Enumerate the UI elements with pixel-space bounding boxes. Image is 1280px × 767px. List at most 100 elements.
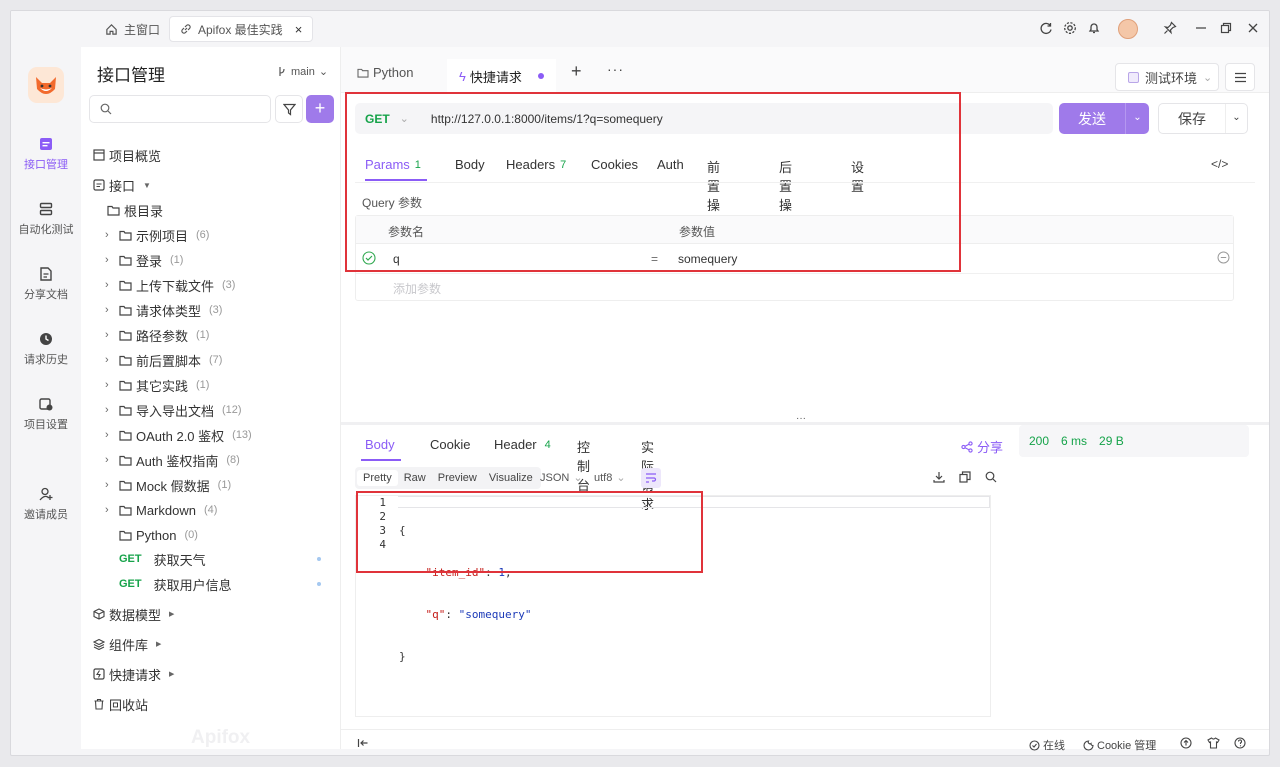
auto-test-icon xyxy=(38,201,54,217)
folder-item[interactable]: › 其它实践 (1) xyxy=(81,373,341,397)
chevron-right-icon[interactable]: › xyxy=(105,504,115,516)
view-mode-preview[interactable]: Preview xyxy=(432,470,483,486)
response-tab-header-label: Header xyxy=(494,437,537,452)
folder-item[interactable]: › Mock 假数据 (1) xyxy=(81,473,341,497)
shirt-icon[interactable] xyxy=(1207,737,1220,749)
environment-select[interactable]: 测试环境 ⌄ xyxy=(1115,63,1219,91)
bell-icon[interactable] xyxy=(1087,21,1103,37)
save-options-button[interactable]: ⌄ xyxy=(1225,104,1247,133)
download-icon[interactable] xyxy=(933,471,945,483)
endpoint-item[interactable]: GET 获取用户信息 xyxy=(81,572,341,596)
remove-param-icon[interactable] xyxy=(1217,251,1230,264)
save-button-group: 保存 ⌄ xyxy=(1158,103,1248,134)
refresh-icon[interactable] xyxy=(1039,21,1055,37)
rail-share-docs[interactable]: 分享文档 xyxy=(11,266,81,302)
rail-project-settings[interactable]: 项目设置 xyxy=(11,396,81,432)
encoding-select[interactable]: utf8 ⌄ xyxy=(594,471,626,485)
rail-api-management[interactable]: 接口管理 xyxy=(11,136,81,172)
rail-auto-test[interactable]: 自动化测试 xyxy=(11,201,81,237)
chevron-right-icon[interactable]: › xyxy=(105,279,115,291)
chevron-right-icon[interactable]: › xyxy=(105,379,115,391)
folder-item[interactable]: › Auth 鉴权指南 (8) xyxy=(81,448,341,472)
window-tab-home[interactable]: 主窗口 xyxy=(95,16,170,42)
chevron-right-icon[interactable]: › xyxy=(105,479,115,491)
quick-request-node[interactable]: 快捷请求 ▶ xyxy=(81,662,341,686)
folder-item[interactable]: › 上传下载文件 (3) xyxy=(81,273,341,297)
chevron-right-icon[interactable]: › xyxy=(105,329,115,341)
endpoint-item[interactable]: GET 获取天气 xyxy=(81,547,341,571)
view-mode-raw[interactable]: Raw xyxy=(398,470,432,486)
avatar[interactable] xyxy=(1118,19,1138,39)
copy-icon[interactable] xyxy=(959,471,971,483)
interfaces-node[interactable]: 接口 ▼ xyxy=(81,173,341,197)
folder-item[interactable]: › 前后置脚本 (7) xyxy=(81,348,341,372)
folder-item[interactable]: › 路径参数 (1) xyxy=(81,323,341,347)
folder-item[interactable]: › Markdown (4) xyxy=(81,498,341,522)
folder-label: 前后置脚本 xyxy=(136,353,202,369)
save-button[interactable]: 保存 xyxy=(1159,109,1225,129)
chevron-right-icon[interactable]: › xyxy=(105,304,115,316)
folder-item[interactable]: › 请求体类型 (3) xyxy=(81,298,341,322)
view-mode-pretty[interactable]: Pretty xyxy=(357,470,398,486)
menu-button[interactable] xyxy=(1225,63,1255,91)
collapse-sidebar-icon[interactable] xyxy=(357,737,369,749)
rail-invite[interactable]: 邀请成员 xyxy=(11,486,81,522)
branch-selector[interactable]: main ⌄ xyxy=(277,65,328,78)
response-size: 29 B xyxy=(1099,434,1124,448)
close-icon[interactable] xyxy=(1246,21,1262,37)
more-tabs-button[interactable]: ··· xyxy=(607,61,624,77)
tab-python[interactable]: Python xyxy=(357,65,413,80)
components-node[interactable]: 组件库 ▶ xyxy=(81,632,341,656)
search-icon[interactable] xyxy=(985,471,997,483)
chevron-right-icon[interactable]: › xyxy=(105,354,115,366)
recycle-bin-node[interactable]: 回收站 xyxy=(81,692,341,716)
format-select[interactable]: JSON ⌄ xyxy=(540,471,583,485)
chevron-right-icon[interactable]: › xyxy=(105,229,115,241)
close-tab-icon[interactable]: × xyxy=(295,22,303,37)
online-status[interactable]: 在线 xyxy=(1029,737,1065,753)
response-tab-cookie[interactable]: Cookie xyxy=(430,437,470,452)
chevron-right-icon[interactable]: › xyxy=(105,429,115,441)
restore-icon[interactable] xyxy=(1219,21,1235,37)
window-tab-project[interactable]: Apifox 最佳实践 × xyxy=(169,16,314,42)
rail-history[interactable]: 请求历史 xyxy=(11,331,81,367)
splitter-handle-icon[interactable]: ··· xyxy=(796,413,806,424)
add-button[interactable]: + xyxy=(306,95,334,123)
help-icon[interactable] xyxy=(1234,737,1246,749)
folder-item[interactable]: › 导入导出文档 (12) xyxy=(81,398,341,422)
chevron-right-icon[interactable]: › xyxy=(105,404,115,416)
view-mode-visualize[interactable]: Visualize xyxy=(483,470,539,486)
minimize-icon[interactable] xyxy=(1194,21,1210,37)
response-tab-body[interactable]: Body xyxy=(365,437,395,452)
filter-button[interactable] xyxy=(275,95,303,123)
tab-quick-request[interactable]: ϟ 快捷请求 xyxy=(447,59,556,93)
share-button[interactable]: 分享 xyxy=(961,437,1003,456)
data-models-node[interactable]: 数据模型 ▶ xyxy=(81,602,341,626)
search-input[interactable] xyxy=(89,95,271,123)
share-docs-icon xyxy=(38,266,54,282)
upload-icon[interactable] xyxy=(1180,737,1192,749)
send-button[interactable]: 发送 xyxy=(1059,109,1125,129)
settings-icon[interactable] xyxy=(1063,21,1079,37)
folder-item[interactable]: › 登录 (1) xyxy=(81,248,341,272)
folder-item[interactable]: ›Python(0) xyxy=(81,523,341,547)
highlight-box-response xyxy=(356,491,703,573)
response-tab-header[interactable]: Header 4 xyxy=(494,437,551,452)
folder-label: 请求体类型 xyxy=(136,303,202,319)
add-param-input[interactable]: 添加参数 xyxy=(393,280,441,297)
method-badge: GET xyxy=(119,553,142,565)
cookie-manager[interactable]: Cookie 管理 xyxy=(1083,737,1156,753)
project-overview[interactable]: 项目概览 xyxy=(81,143,341,167)
chevron-right-icon[interactable]: › xyxy=(105,254,115,266)
code-line: "q": "somequery" xyxy=(425,608,532,621)
chevron-right-icon[interactable]: › xyxy=(105,454,115,466)
folder-item[interactable]: › 示例项目 (6) xyxy=(81,223,341,247)
root-folder[interactable]: 根目录 xyxy=(81,198,341,222)
response-tab-console[interactable]: 控制台 xyxy=(577,437,590,494)
pin-icon[interactable] xyxy=(1163,21,1179,37)
new-tab-button[interactable]: + xyxy=(571,61,582,82)
send-options-button[interactable]: ⌄ xyxy=(1125,103,1149,134)
code-icon[interactable]: </> xyxy=(1211,157,1228,171)
folder-item[interactable]: › OAuth 2.0 鉴权 (13) xyxy=(81,423,341,447)
wrap-toggle[interactable] xyxy=(641,468,661,488)
